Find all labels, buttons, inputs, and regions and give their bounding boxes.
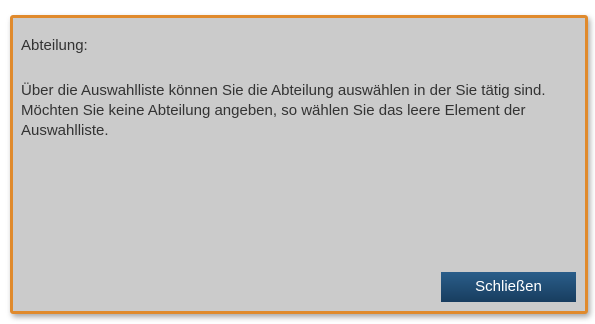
dialog-title: Abteilung: bbox=[21, 37, 88, 54]
close-button[interactable]: Schließen bbox=[441, 272, 576, 302]
help-dialog: Abteilung: Über die Auswahlliste können … bbox=[10, 15, 588, 314]
dialog-body-text: Über die Auswahlliste können Sie die Abt… bbox=[21, 82, 546, 139]
